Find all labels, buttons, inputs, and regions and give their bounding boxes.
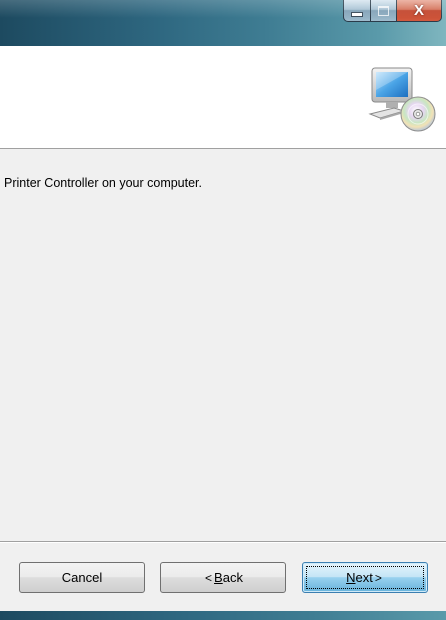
minimize-icon — [351, 12, 363, 17]
maximize-icon — [378, 5, 389, 16]
back-button[interactable]: < Back — [160, 562, 286, 593]
back-label: ack — [222, 570, 243, 585]
cancel-button[interactable]: Cancel — [19, 562, 145, 593]
window-titlebar[interactable]: X — [0, 0, 446, 46]
cancel-label: Cancel — [61, 570, 103, 585]
focus-rectangle — [306, 566, 424, 589]
back-accelerator: B — [214, 570, 223, 585]
computer-with-cd-icon — [368, 67, 436, 132]
description-text: Printer Controller on your computer. — [4, 176, 203, 190]
maximize-button[interactable] — [371, 0, 397, 22]
window-bottom-frame — [0, 611, 446, 620]
chevron-left-icon: < — [205, 570, 213, 585]
close-icon: X — [413, 2, 424, 19]
wizard-header — [0, 46, 446, 150]
next-button[interactable]: Next > — [302, 562, 428, 593]
caption-buttons: X — [343, 0, 442, 22]
minimize-button[interactable] — [343, 0, 371, 22]
wizard-content: Printer Controller on your computer. — [0, 149, 446, 541]
close-button[interactable]: X — [397, 0, 442, 22]
wizard-footer: Cancel < Back Next > — [0, 543, 446, 611]
